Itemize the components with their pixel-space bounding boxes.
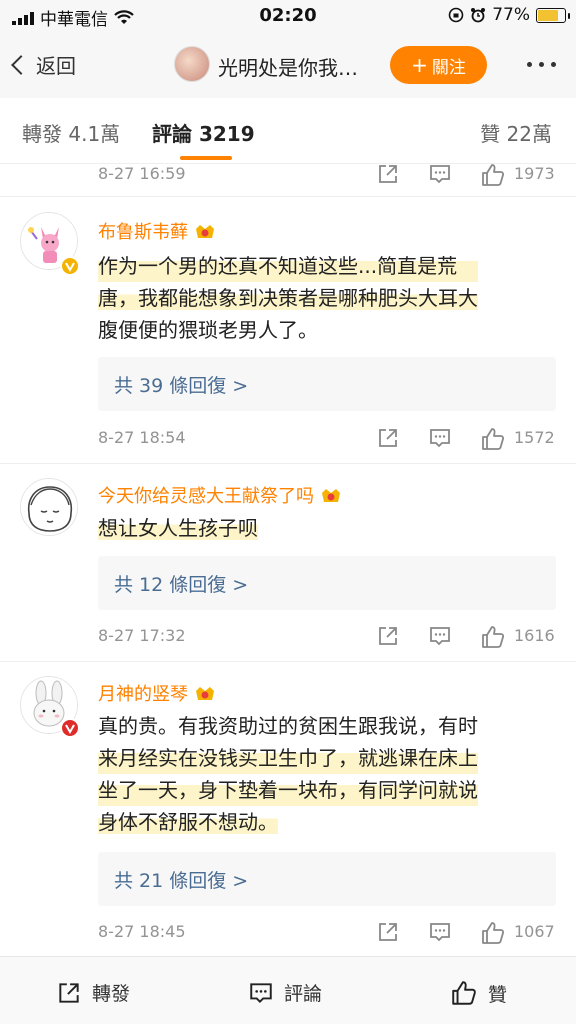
like-icon[interactable]	[480, 920, 506, 946]
battery-icon	[536, 7, 570, 23]
replies-label: 共 12 條回復 >	[114, 574, 249, 596]
status-right: 77%	[448, 5, 570, 25]
replies-label: 共 39 條回復 >	[114, 375, 249, 397]
alarm-icon	[471, 8, 486, 23]
repost-label: 轉發	[92, 983, 131, 1005]
replies-link[interactable]: 共 39 條回復 >	[98, 357, 556, 411]
divider	[0, 196, 576, 197]
comment-icon[interactable]	[428, 162, 452, 186]
fan-crown-icon	[196, 687, 214, 700]
comment-text: 想让女人生孩子呗	[98, 512, 258, 544]
like-count: 1572	[514, 428, 555, 447]
comment-line-text: 唐，我都能想象到决策者是哪种肥头大耳大	[98, 286, 478, 310]
comment-username[interactable]: 今天你给灵感大王献祭了吗	[98, 482, 342, 508]
like-label: 贊	[488, 983, 508, 1006]
username-text: 布鲁斯韦藓	[98, 222, 188, 243]
commenter-avatar[interactable]	[20, 478, 78, 536]
like-icon	[452, 981, 476, 1005]
share-icon[interactable]	[376, 920, 400, 944]
more-dot-icon	[551, 62, 556, 67]
comment-text: 作为一个男的还真不知道这些...简直是荒 唐，我都能想象到决策者是哪种肥头大耳大…	[98, 250, 478, 346]
comment-meta-row: 8-27 17:32 1616	[0, 618, 576, 658]
comment-date: 8-27 17:32	[98, 626, 186, 645]
comment-line: 坐了一天，身下垫着一块布，有同学问就说	[98, 774, 478, 806]
follow-label: 關注	[431, 57, 466, 78]
comment-text: 真的贵。有我资助过的贫困生跟我说，有时 来月经实在没钱买卫生巾了，就逃课在床上 …	[98, 710, 478, 838]
tab-bar: 轉發 4.1萬 評論 3219 贊 22萬	[0, 98, 576, 164]
comment-date: 8-27 16:59	[98, 164, 186, 183]
comment-line: 想让女人生孩子呗	[98, 512, 258, 544]
replies-link[interactable]: 共 12 條回復 >	[98, 556, 556, 610]
plus-icon: +	[411, 53, 428, 77]
comment-icon[interactable]	[428, 426, 452, 450]
comment-username[interactable]: 布鲁斯韦藓	[98, 218, 216, 244]
back-button[interactable]: 返回	[11, 50, 76, 79]
battery-percent: 77%	[492, 5, 530, 25]
follow-button[interactable]: + 關注	[390, 46, 487, 84]
more-dot-icon	[539, 62, 544, 67]
comment-button[interactable]: 評論	[248, 979, 322, 1006]
like-icon[interactable]	[480, 624, 506, 650]
share-icon[interactable]	[376, 624, 400, 648]
share-icon	[59, 982, 79, 1003]
like-icon[interactable]	[480, 162, 506, 188]
tab-likes[interactable]: 贊 22萬	[480, 118, 552, 147]
like-count: 1616	[514, 626, 555, 645]
author-avatar[interactable]	[174, 46, 210, 82]
comment-icon[interactable]	[428, 920, 452, 944]
like-count: 1067	[514, 922, 555, 941]
username-text: 今天你给灵感大王献祭了吗	[98, 486, 314, 507]
page-title[interactable]: 光明处是你我…	[218, 52, 388, 81]
comment-username[interactable]: 月神的竖琴	[98, 680, 216, 706]
orientation-lock-icon	[448, 7, 464, 23]
comment-line-text: 身体不舒服不想动。	[98, 810, 278, 834]
tab-repost[interactable]: 轉發 4.1萬	[22, 118, 120, 147]
username-text: 月神的竖琴	[98, 684, 188, 705]
comment-line: 身体不舒服不想动。	[98, 806, 478, 838]
divider	[0, 463, 576, 464]
comment-icon	[250, 982, 272, 1003]
verified-badge-icon	[60, 256, 80, 276]
like-icon[interactable]	[480, 426, 506, 452]
back-label: 返回	[36, 54, 76, 78]
comment-meta-row: 8-27 18:54 1572	[0, 420, 576, 460]
replies-label: 共 21 條回復 >	[114, 870, 249, 892]
comment-line: 唐，我都能想象到决策者是哪种肥头大耳大	[98, 282, 478, 314]
like-count: 1973	[514, 164, 555, 183]
comment-date: 8-27 18:45	[98, 922, 186, 941]
comment-meta-row: 8-27 18:45 1067	[0, 914, 576, 954]
comment-line: 来月经实在没钱买卫生巾了，就逃课在床上	[98, 742, 478, 774]
fan-crown-icon	[196, 225, 214, 238]
verified-badge-icon	[60, 718, 80, 738]
share-icon[interactable]	[376, 162, 400, 186]
replies-link[interactable]: 共 21 條回復 >	[98, 852, 556, 906]
tab-comments[interactable]: 評論 3219	[152, 118, 255, 147]
repost-button[interactable]: 轉發	[56, 979, 130, 1006]
comment-line: 腹便便的猥琐老男人了。	[98, 318, 318, 342]
comment-line-text: 想让女人生孩子呗	[98, 516, 258, 540]
status-bar: 中華電信 02:20 77%	[0, 0, 576, 34]
share-icon[interactable]	[376, 426, 400, 450]
comment-meta-row: 8-27 16:59 1973	[0, 156, 576, 196]
comment-line: 作为一个男的还真不知道这些...简直是荒	[98, 250, 478, 282]
bottom-toolbar: 轉發 評論 贊	[0, 956, 576, 1024]
like-button[interactable]: 贊	[450, 979, 507, 1007]
comment-line: 真的贵。有我资助过的贫困生跟我说，有时	[98, 714, 478, 738]
nav-bar: 返回 光明处是你我… + 關注	[0, 34, 576, 98]
comment-label: 評論	[284, 983, 323, 1005]
comment-icon[interactable]	[428, 624, 452, 648]
fan-crown-icon	[322, 489, 340, 502]
comment-date: 8-27 18:54	[98, 428, 186, 447]
avatar-image	[21, 479, 77, 535]
divider	[0, 661, 576, 662]
chevron-left-icon	[11, 54, 31, 75]
more-button[interactable]	[527, 62, 556, 67]
more-dot-icon	[527, 62, 532, 67]
